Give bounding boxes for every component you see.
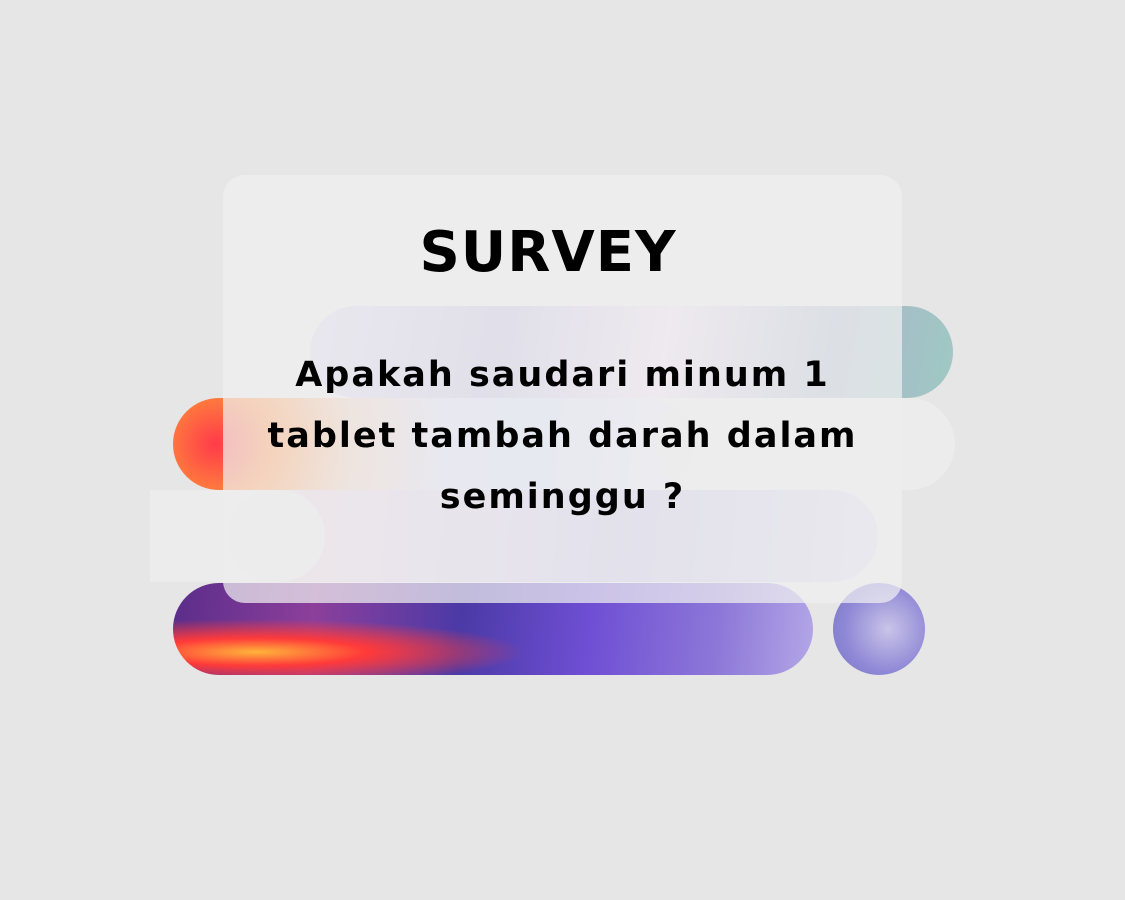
survey-graphic: SURVEY Apakah saudari minum 1 tablet tam… xyxy=(0,0,1125,900)
survey-title: SURVEY xyxy=(419,220,677,285)
survey-question: Apakah saudari minum 1 tablet tambah dar… xyxy=(267,355,858,517)
